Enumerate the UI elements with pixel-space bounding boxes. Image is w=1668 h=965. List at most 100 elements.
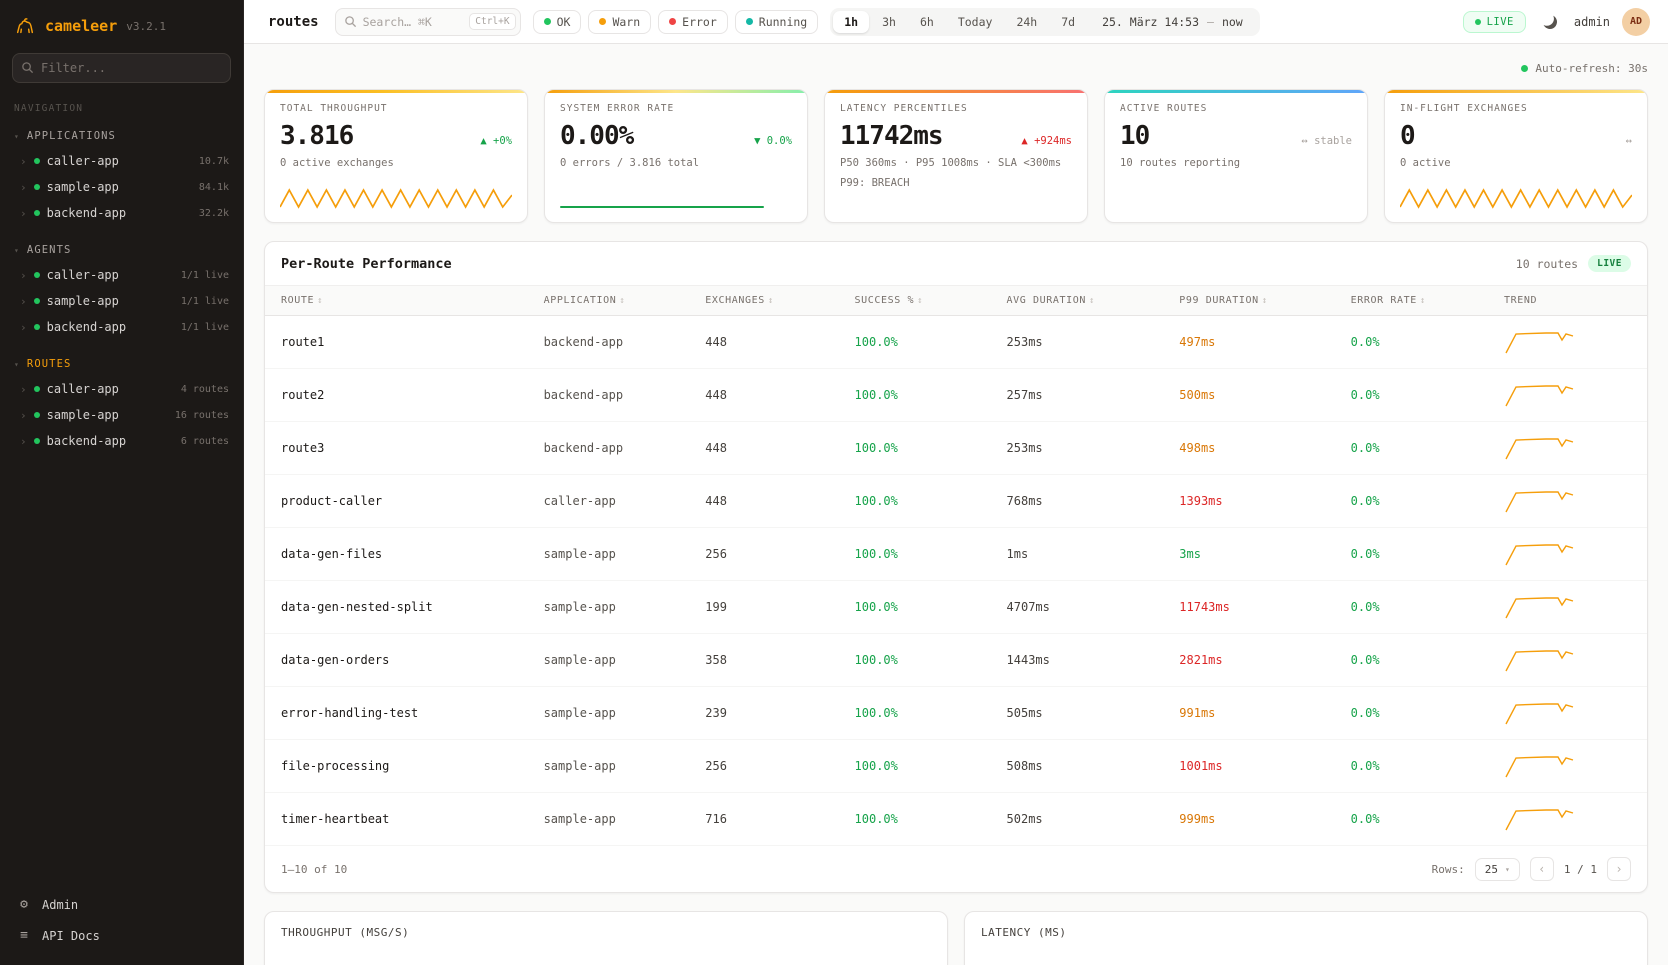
route-avg-duration: 253ms <box>991 316 1164 369</box>
table-row[interactable]: error-handling-test sample-app 239 100.0… <box>265 687 1647 740</box>
filter-chip-ok[interactable]: OK <box>533 10 582 34</box>
kpi-subtext: 0 active exchanges <box>280 156 512 171</box>
route-app: sample-app <box>528 528 690 581</box>
sidebar-item-sample-app[interactable]: › sample-app 84.1k <box>0 174 243 200</box>
route-name: timer-heartbeat <box>265 793 528 846</box>
route-avg-duration: 768ms <box>991 475 1164 528</box>
routes-count: 10 routes <box>1516 257 1578 271</box>
rows-per-page-select[interactable]: 25 ▾ <box>1475 858 1520 881</box>
search-shortcut-badge: Ctrl+K <box>469 13 515 30</box>
topbar: routes Ctrl+K OK Warn Error Running <box>244 0 1668 44</box>
sidebar-item-caller-app[interactable]: › caller-app 10.7k <box>0 148 243 174</box>
kpi-delta: ▲ +0% <box>480 135 512 147</box>
table-row[interactable]: data-gen-orders sample-app 358 100.0% 14… <box>265 634 1647 687</box>
error-rate-flatline <box>560 206 764 208</box>
column-header-route[interactable]: ROUTE↕ <box>265 286 528 316</box>
range-button-7d[interactable]: 7d <box>1050 11 1086 33</box>
group-label: APPLICATIONS <box>27 130 116 142</box>
item-label: caller-app <box>47 268 119 282</box>
sidebar-item-caller-app-routes[interactable]: › caller-app 4 routes <box>0 376 243 402</box>
route-p99-duration: 500ms <box>1163 369 1334 422</box>
moon-icon <box>1541 13 1559 31</box>
next-page-button[interactable]: › <box>1607 857 1631 881</box>
sidebar-filter-input[interactable] <box>12 53 231 83</box>
kpi-label: TOTAL THROUGHPUT <box>280 103 512 114</box>
range-button-1h[interactable]: 1h <box>833 11 869 33</box>
status-dot <box>34 298 40 304</box>
route-avg-duration: 1ms <box>991 528 1164 581</box>
route-trend <box>1488 422 1647 475</box>
column-header-error-rate[interactable]: ERROR RATE↕ <box>1335 286 1488 316</box>
chart-title: THROUGHPUT (MSG/S) <box>281 926 931 939</box>
sidebar-item-backend-app-agent[interactable]: › backend-app 1/1 live <box>0 314 243 340</box>
status-dot <box>34 386 40 392</box>
prev-page-button[interactable]: ‹ <box>1530 857 1554 881</box>
route-app: backend-app <box>528 369 690 422</box>
group-header-applications[interactable]: ▾ APPLICATIONS <box>0 126 243 148</box>
group-header-agents[interactable]: ▾ AGENTS <box>0 240 243 262</box>
range-button-24h[interactable]: 24h <box>1005 11 1048 33</box>
table-row[interactable]: file-processing sample-app 256 100.0% 50… <box>265 740 1647 793</box>
table-row[interactable]: timer-heartbeat sample-app 716 100.0% 50… <box>265 793 1647 846</box>
kpi-value: 11742ms <box>840 121 943 151</box>
route-error-rate: 0.0% <box>1335 422 1488 475</box>
route-app: backend-app <box>528 316 690 369</box>
kpi-subtext: 0 active <box>1400 156 1632 171</box>
route-name: file-processing <box>265 740 528 793</box>
sidebar-item-sample-app-routes[interactable]: › sample-app 16 routes <box>0 402 243 428</box>
kpi-value: 0.00% <box>560 121 633 151</box>
table-row[interactable]: route3 backend-app 448 100.0% 253ms 498m… <box>265 422 1647 475</box>
sidebar-item-caller-app-agent[interactable]: › caller-app 1/1 live <box>0 262 243 288</box>
page-indicator: 1 / 1 <box>1564 863 1597 876</box>
route-exchanges: 239 <box>689 687 838 740</box>
date-range-picker[interactable]: 25. März 14:53 — now <box>1088 15 1257 29</box>
route-app: sample-app <box>528 687 690 740</box>
range-button-3h[interactable]: 3h <box>871 11 907 33</box>
table-row[interactable]: route2 backend-app 448 100.0% 257ms 500m… <box>265 369 1647 422</box>
table-row[interactable]: product-caller caller-app 448 100.0% 768… <box>265 475 1647 528</box>
item-badge: 1/1 live <box>181 296 229 307</box>
status-dot <box>34 158 40 164</box>
column-header-exchanges[interactable]: EXCHANGES↕ <box>689 286 838 316</box>
avatar[interactable]: AD <box>1622 8 1650 36</box>
dark-mode-toggle[interactable] <box>1538 10 1562 34</box>
route-trend <box>1488 740 1647 793</box>
column-header-avg-duration[interactable]: AVG DURATION↕ <box>991 286 1164 316</box>
caret-down-icon: ▾ <box>14 132 20 141</box>
kpi-subtext: 0 errors / 3.816 total <box>560 156 792 171</box>
route-error-rate: 0.0% <box>1335 369 1488 422</box>
route-success: 100.0% <box>839 793 991 846</box>
sidebar-group-agents: ▾ AGENTS › caller-app 1/1 live › sample-… <box>0 240 243 340</box>
column-header-p99-duration[interactable]: P99 DURATION↕ <box>1163 286 1334 316</box>
range-button-6h[interactable]: 6h <box>909 11 945 33</box>
sidebar-group-routes: ▾ ROUTES › caller-app 4 routes › sample-… <box>0 354 243 454</box>
kpi-delta: ▲ +924ms <box>1021 135 1072 147</box>
column-header-trend[interactable]: TREND <box>1488 286 1647 316</box>
table-header-row: ROUTE↕ APPLICATION↕ EXCHANGES↕ SUCCESS %… <box>265 286 1647 316</box>
sidebar-item-sample-app-agent[interactable]: › sample-app 1/1 live <box>0 288 243 314</box>
admin-label: Admin <box>42 898 78 912</box>
route-success: 100.0% <box>839 740 991 793</box>
table-row[interactable]: data-gen-files sample-app 256 100.0% 1ms… <box>265 528 1647 581</box>
sidebar-item-api-docs[interactable]: ≡ API Docs <box>0 920 243 951</box>
live-toggle-badge[interactable]: LIVE <box>1463 11 1526 33</box>
filter-chip-error[interactable]: Error <box>658 10 728 34</box>
ok-status-dot <box>544 18 551 25</box>
gear-icon: ⚙ <box>16 897 32 912</box>
filter-chip-warn[interactable]: Warn <box>588 10 651 34</box>
route-success: 100.0% <box>839 581 991 634</box>
filter-chip-running[interactable]: Running <box>735 10 818 34</box>
column-header-application[interactable]: APPLICATION↕ <box>528 286 690 316</box>
sidebar-item-admin[interactable]: ⚙ Admin <box>0 889 243 920</box>
range-button-today[interactable]: Today <box>947 11 1004 33</box>
table-row[interactable]: data-gen-nested-split sample-app 199 100… <box>265 581 1647 634</box>
group-header-routes[interactable]: ▾ ROUTES <box>0 354 243 376</box>
sidebar-item-backend-app[interactable]: › backend-app 32.2k <box>0 200 243 226</box>
column-header-success[interactable]: SUCCESS %↕ <box>839 286 991 316</box>
sidebar-item-backend-app-routes[interactable]: › backend-app 6 routes <box>0 428 243 454</box>
kpi-subtext-2: P99: BREACH <box>840 176 1072 191</box>
table-row[interactable]: route1 backend-app 448 100.0% 253ms 497m… <box>265 316 1647 369</box>
navigation-label: NAVIGATION <box>0 97 243 126</box>
item-badge: 84.1k <box>199 182 229 193</box>
app-name: cameleer <box>45 17 117 35</box>
